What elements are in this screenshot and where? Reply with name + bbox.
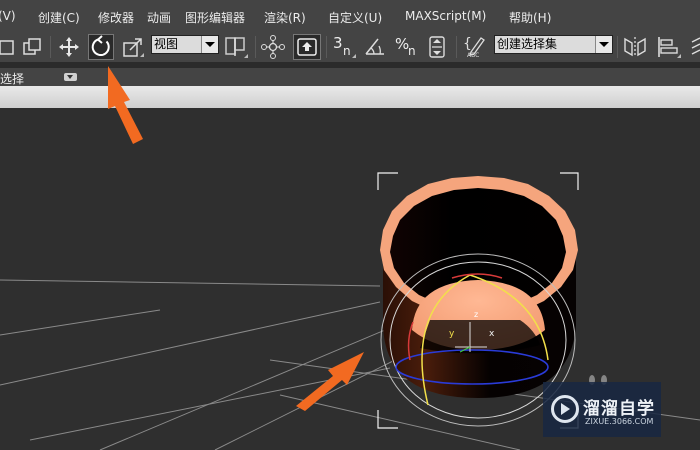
- named-selection-sets-value: 创建选择集: [497, 37, 558, 51]
- axis-label-x: x: [489, 329, 495, 339]
- pivot-center-button[interactable]: [222, 34, 248, 60]
- annotation-arrow-lower: [296, 352, 364, 411]
- selection-label: 选择: [0, 72, 25, 86]
- menu-view[interactable]: (V): [0, 9, 16, 23]
- axis-label-y: y: [449, 329, 455, 339]
- menu-bar: (V) 创建(C) 修改器 动画 图形编辑器 渲染(R) 自定义(U) MAXS…: [0, 0, 700, 32]
- spinner-snap-button[interactable]: [424, 34, 450, 60]
- toolbar-separator: [326, 36, 327, 58]
- window-crossing-button[interactable]: [19, 34, 45, 60]
- mirror-button[interactable]: [622, 34, 648, 60]
- menu-graph-editors[interactable]: 图形编辑器: [185, 9, 245, 26]
- watermark-title: 溜溜自学: [583, 399, 655, 419]
- reference-coordinate-value: 视图: [154, 37, 179, 51]
- rotate-icon: [91, 35, 110, 57]
- selection-ribbon-bar: 选择: [0, 68, 700, 86]
- percent-snap-button[interactable]: % n: [394, 34, 420, 60]
- mirror-icon: [624, 37, 646, 57]
- named-selection-sets-dropdown[interactable]: 创建选择集: [494, 35, 613, 54]
- menu-modifiers[interactable]: 修改器: [98, 9, 134, 26]
- reference-coordinate-dropdown[interactable]: 视图: [151, 35, 219, 54]
- snaps-toggle-button[interactable]: 3 n: [330, 34, 356, 60]
- menu-help[interactable]: 帮助(H): [509, 9, 551, 26]
- angle-snap-icon: [365, 38, 384, 55]
- axis-label-z: z: [474, 310, 478, 319]
- menu-animation[interactable]: 动画: [147, 9, 171, 26]
- select-and-manipulate-button[interactable]: [260, 34, 286, 60]
- menu-create[interactable]: 创建(C): [38, 9, 80, 26]
- angle-snap-button[interactable]: [362, 34, 388, 60]
- scale-icon: [123, 38, 144, 57]
- snap-label: 3: [333, 34, 343, 52]
- move-icon: [59, 37, 79, 57]
- align-button[interactable]: [655, 34, 681, 60]
- layer-manager-button[interactable]: [688, 34, 700, 60]
- selection-expand-button[interactable]: [64, 73, 77, 81]
- pivot-center-icon: [225, 37, 248, 58]
- toolbar-separator: [617, 36, 618, 58]
- chevron-down-icon: [599, 42, 609, 47]
- menu-rendering[interactable]: 渲染(R): [264, 9, 306, 26]
- abc-label: ABC: [467, 52, 480, 59]
- brace-icon: {: [463, 36, 472, 52]
- watermark: 溜溜自学 ZIXUE.3066.COM: [543, 382, 661, 437]
- chevron-down-icon: [205, 42, 215, 47]
- play-logo-icon: [551, 395, 579, 423]
- toolbar-separator: [255, 36, 256, 58]
- watermark-url: ZIXUE.3066.COM: [585, 417, 654, 426]
- toolbar-separator: [456, 36, 457, 58]
- manipulate-icon: [261, 35, 285, 59]
- menu-customize[interactable]: 自定义(U): [328, 9, 382, 26]
- snap-sub: n: [343, 44, 351, 58]
- toolbar-separator: [50, 36, 51, 58]
- edit-named-selection-button[interactable]: { ABC: [461, 34, 487, 60]
- select-and-rotate-button[interactable]: [88, 34, 114, 60]
- viewport-title-strip: [0, 86, 700, 108]
- menu-maxscript[interactable]: MAXScript(M): [405, 9, 486, 23]
- select-and-move-button[interactable]: [56, 34, 82, 60]
- keyboard-override-icon: [297, 38, 317, 56]
- spinner-snap-icon: [429, 36, 445, 58]
- main-toolbar: 视图 3 n % n {ABC 创建选择集: [0, 32, 700, 62]
- percent-sub: n: [408, 44, 416, 58]
- align-icon: [658, 37, 681, 58]
- rect-region-icon: [0, 40, 14, 55]
- keyboard-shortcut-override-button[interactable]: [293, 34, 321, 60]
- window-crossing-icon: [23, 38, 41, 55]
- select-and-scale-button[interactable]: [120, 34, 146, 60]
- layers-icon: [691, 37, 700, 55]
- select-region-button[interactable]: [0, 34, 20, 60]
